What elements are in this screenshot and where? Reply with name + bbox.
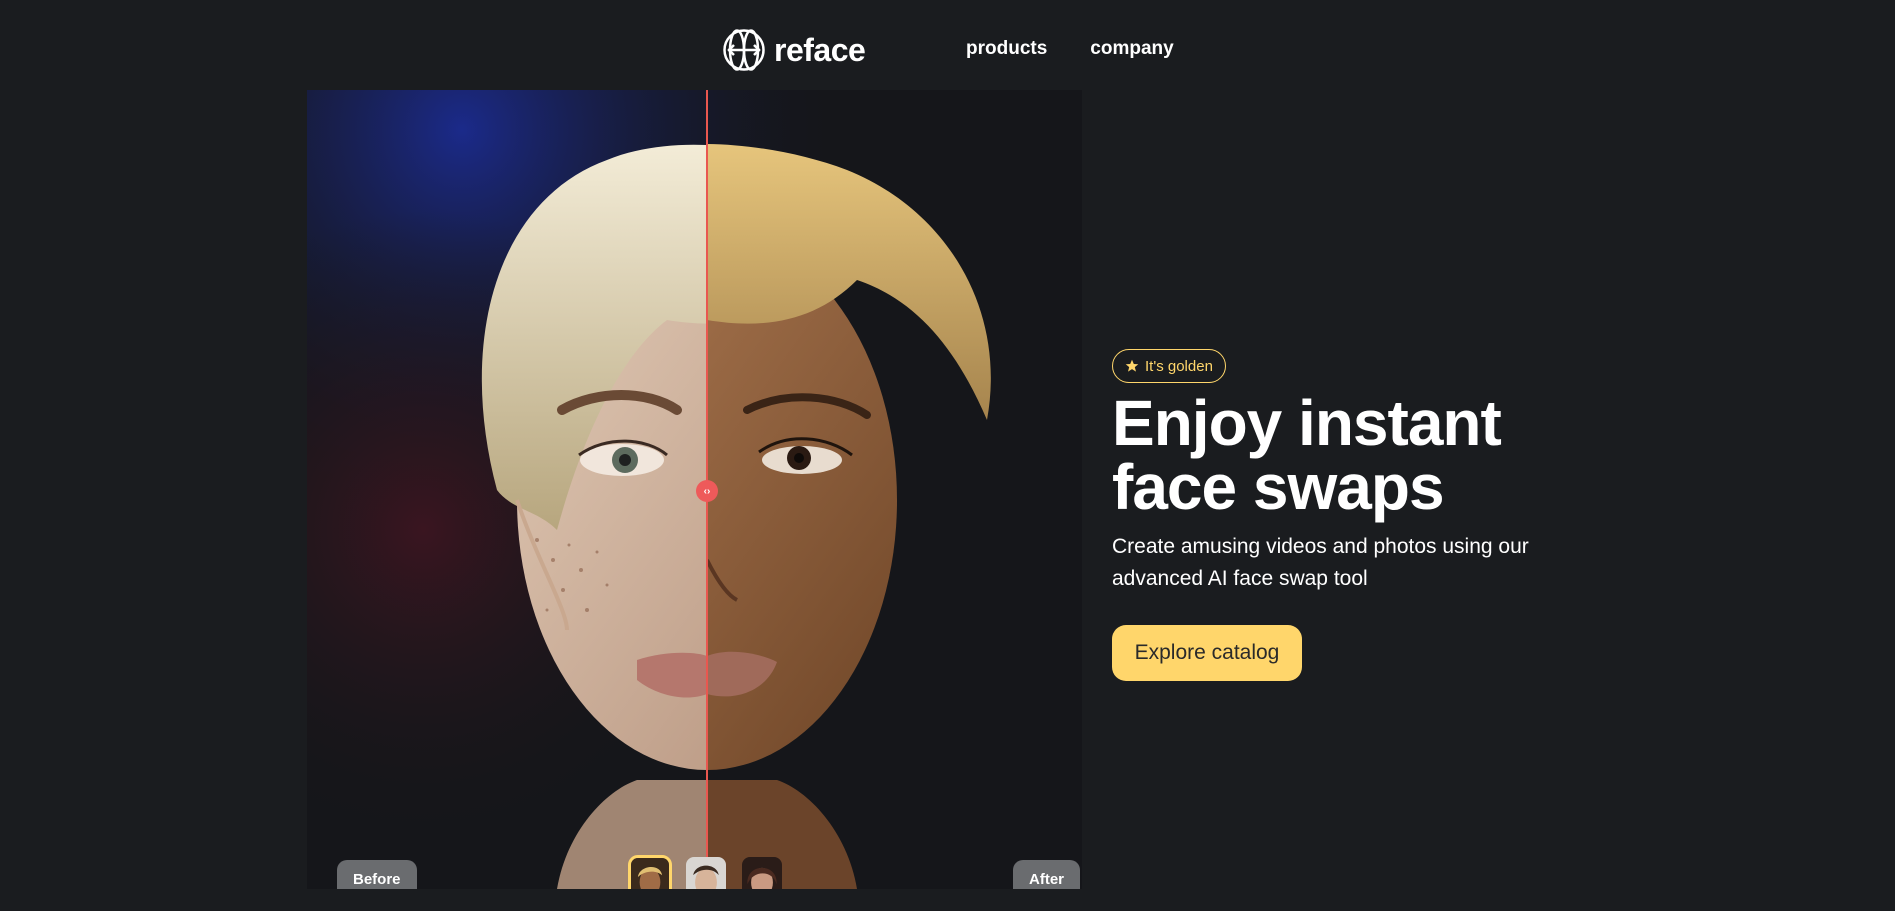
explore-catalog-button[interactable]: Explore catalog xyxy=(1112,625,1302,681)
face-thumbnail-3-image xyxy=(742,857,782,889)
page-title: Enjoy instant face swaps xyxy=(1112,391,1712,519)
face-thumbnail-1[interactable] xyxy=(628,855,672,889)
star-icon xyxy=(1125,359,1139,372)
site-header: reface products company xyxy=(0,0,1895,90)
reface-globe-logo-icon xyxy=(723,29,765,71)
face-thumbnail-2-image xyxy=(686,857,726,889)
headline-line-2: face swaps xyxy=(1112,451,1445,523)
face-thumbnail-strip xyxy=(628,855,784,889)
hero-subtitle: Create amusing videos and photos using o… xyxy=(1112,535,1529,590)
hero-section: It's golden Enjoy instant face swaps Cre… xyxy=(1112,349,1712,681)
main-nav: products company xyxy=(966,38,1174,60)
brand-name: reface xyxy=(774,32,866,68)
portrait-photo xyxy=(307,90,1082,889)
nav-company-link[interactable]: company xyxy=(1090,38,1173,60)
split-arrows-icon[interactable]: ‹› xyxy=(696,480,718,502)
nav-products-link[interactable]: products xyxy=(966,38,1047,60)
face-thumbnail-2[interactable] xyxy=(684,855,728,889)
brand-logo-link[interactable]: reface xyxy=(722,28,866,72)
face-thumbnail-3[interactable] xyxy=(740,855,784,889)
after-label: After xyxy=(1013,860,1081,889)
before-label: Before xyxy=(337,860,417,889)
golden-badge: It's golden xyxy=(1112,349,1226,383)
badge-label: It's golden xyxy=(1145,357,1213,375)
before-after-comparison[interactable]: ‹› Before After xyxy=(307,90,1082,889)
face-thumbnail-1-image xyxy=(631,858,669,889)
headline-line-1: Enjoy instant xyxy=(1112,387,1502,459)
